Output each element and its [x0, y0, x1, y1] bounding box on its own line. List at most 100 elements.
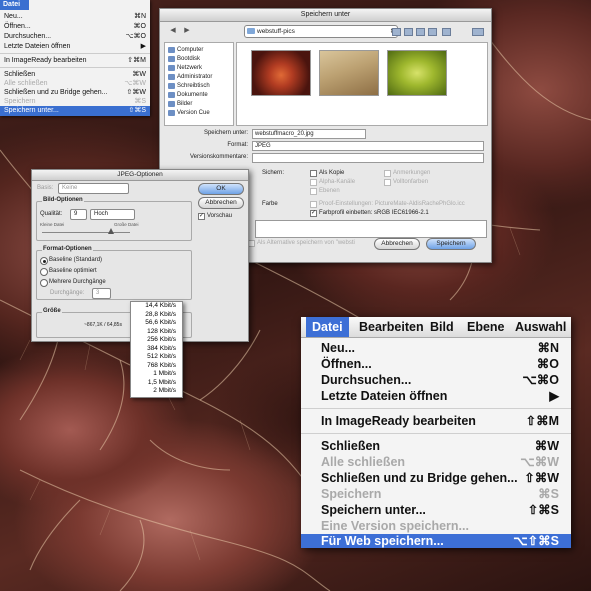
new-folder-icon[interactable]	[392, 28, 401, 36]
thumbnail-grass[interactable]	[319, 50, 379, 96]
folder-icon[interactable]	[404, 28, 413, 36]
menu-bar-edit[interactable]: Bearbeiten	[359, 317, 424, 337]
big-menu-item-open[interactable]: Öffnen... ⌘O	[301, 356, 571, 372]
save-as-label: Speichern unter:	[203, 130, 248, 136]
back-arrow-icon[interactable]: ◀	[168, 26, 178, 36]
spot-checkbox[interactable]: Volltonfarben	[384, 178, 428, 186]
cancel-button[interactable]: Abbrechen	[374, 238, 420, 250]
sidebar-item-computer[interactable]: Computer	[168, 46, 203, 54]
version-cue-icon	[168, 110, 175, 116]
file-menu-title[interactable]: Datei	[0, 0, 29, 10]
speed-option[interactable]: 1 Mbit/s	[131, 370, 182, 379]
size-label: Größe	[42, 308, 62, 314]
view-menu-icon[interactable]	[472, 28, 484, 36]
menu-item-browse[interactable]: Durchsuchen... ⌥⌘O	[0, 32, 150, 42]
large-file-label: Große Datei	[114, 222, 139, 227]
menu-bar-select[interactable]: Auswahl	[515, 317, 566, 337]
big-menu-item-save-version[interactable]: Eine Version speichern...	[301, 518, 571, 534]
menu-item-open[interactable]: Öffnen... ⌘O	[0, 22, 150, 32]
network-icon	[168, 65, 175, 71]
menu-bar: Datei Bearbeiten Bild Ebene Auswahl	[301, 317, 571, 338]
menu-item-save-as[interactable]: Speichern unter... ⇧⌘S	[0, 106, 150, 116]
passes-label: Durchgänge:	[50, 290, 85, 296]
sidebar-item-version-cue[interactable]: Version Cue	[168, 109, 210, 117]
notes-checkbox[interactable]: Anmerkungen	[384, 169, 430, 177]
sidebar-item-administrator[interactable]: Administrator	[168, 73, 212, 81]
sidebar-item-bootdisk[interactable]: Bootdisk	[168, 55, 200, 63]
speed-option[interactable]: 384 Kbit/s	[131, 345, 182, 354]
thumbnail-flower[interactable]	[251, 50, 311, 96]
speed-option[interactable]: 28,8 Kbit/s	[131, 311, 182, 320]
speed-option[interactable]: 2 Mbit/s	[131, 387, 182, 396]
menu-separator	[0, 53, 150, 54]
baseline-radio[interactable]: Baseline (Standard)	[40, 256, 102, 265]
thumbnail-leaf[interactable]	[387, 50, 447, 96]
layers-checkbox[interactable]: Ebenen	[310, 187, 340, 195]
preview-checkbox[interactable]: ✓ Vorschau	[198, 212, 232, 220]
basis-label: Basis:	[37, 185, 54, 191]
menu-item-new[interactable]: Neu... ⌘N	[0, 12, 150, 22]
menu-item-imageready[interactable]: In ImageReady bearbeiten ⇧⌘M	[0, 56, 150, 66]
basis-select[interactable]: Keine	[58, 183, 129, 194]
documents-icon	[168, 92, 175, 98]
speed-option[interactable]: 256 Kbit/s	[131, 336, 182, 345]
desktop-icon	[168, 83, 175, 89]
profile-checkbox[interactable]: ✓ Farbprofil einbetten: sRGB IEC61966-2.1	[310, 209, 429, 217]
speed-option[interactable]: 128 Kbit/s	[131, 328, 182, 337]
quality-slider-track[interactable]	[42, 232, 130, 233]
passes-select[interactable]: 3	[92, 288, 111, 299]
menu-separator	[301, 433, 571, 434]
big-menu-item-save-for-web[interactable]: Für Web speichern... ⌥⇧⌘S	[301, 534, 571, 548]
sidebar-item-pictures[interactable]: Bilder	[168, 100, 192, 108]
warning-area	[255, 220, 487, 238]
quality-slider-thumb[interactable]	[108, 228, 114, 234]
alpha-checkbox[interactable]: Alpha-Kanäle	[310, 178, 355, 186]
filename-field[interactable]: webstuffmacro_20.jpg	[252, 129, 366, 139]
sidebar-item-documents[interactable]: Dokumente	[168, 91, 208, 99]
disk-icon	[168, 56, 175, 62]
folder-icon[interactable]	[416, 28, 425, 36]
folder-icon[interactable]	[442, 28, 451, 36]
progressive-radio[interactable]: Mehrere Durchgänge	[40, 278, 106, 287]
save-dialog-title: Speichern unter	[160, 9, 491, 22]
speed-option[interactable]: 512 Kbit/s	[131, 353, 182, 362]
menu-bar-file[interactable]: Datei	[306, 317, 349, 337]
big-menu-item-imageready[interactable]: In ImageReady bearbeiten ⇧⌘M	[301, 413, 571, 429]
quality-input[interactable]: 9	[70, 209, 87, 220]
big-menu-item-new[interactable]: Neu... ⌘N	[301, 340, 571, 356]
menu-bar-image[interactable]: Bild	[430, 317, 454, 337]
big-menu-item-close-bridge[interactable]: Schließen und zu Bridge gehen... ⇧⌘W	[301, 470, 571, 486]
save-button[interactable]: Speichern	[426, 238, 476, 250]
big-menu-item-close-all[interactable]: Alle schließen ⌥⌘W	[301, 454, 571, 470]
big-menu-item-close[interactable]: Schließen ⌘W	[301, 438, 571, 454]
color-section-label: Farbe	[262, 201, 278, 207]
speed-option[interactable]: 768 Kbit/s	[131, 362, 182, 371]
file-browser[interactable]	[236, 42, 488, 126]
folder-icon[interactable]	[428, 28, 437, 36]
proof-checkbox[interactable]: Proof-Einstellungen: PictureMate-AldisRa…	[310, 200, 465, 208]
speed-option[interactable]: 14,4 Kbit/s	[131, 302, 182, 311]
ok-button[interactable]: OK	[198, 183, 244, 195]
speed-option[interactable]: 56,6 Kbit/s	[131, 319, 182, 328]
copy-checkbox[interactable]: Als Kopie	[310, 169, 344, 177]
quality-level-select[interactable]: Hoch	[90, 209, 135, 220]
format-select[interactable]: JPEG	[252, 141, 484, 151]
sidebar-item-network[interactable]: Netzwerk	[168, 64, 202, 72]
sidebar-item-desktop[interactable]: Schreibtisch	[168, 82, 210, 90]
speed-option[interactable]: 1,5 Mbit/s	[131, 379, 182, 388]
folder-popup[interactable]: webstuff-pics ⇕	[244, 25, 398, 38]
big-menu-item-save[interactable]: Speichern ⌘S	[301, 486, 571, 502]
comments-label: Versionskommentare:	[189, 154, 248, 160]
comments-field[interactable]	[252, 153, 484, 163]
big-menu-item-recent[interactable]: Letzte Dateien öffnen ▶	[301, 388, 571, 404]
menu-item-recent[interactable]: Letzte Dateien öffnen ▶	[0, 42, 150, 52]
jpeg-cancel-button[interactable]: Abbrechen	[198, 197, 244, 209]
format-options-label: Format-Optionen	[42, 246, 93, 252]
menu-bar-layer[interactable]: Ebene	[467, 317, 505, 337]
connection-speed-dropdown[interactable]: 14,4 Kbit/s 28,8 Kbit/s 56,6 Kbit/s 128 …	[130, 301, 183, 398]
forward-arrow-icon[interactable]: ▶	[182, 26, 192, 36]
optimized-radio[interactable]: Baseline optimiert	[40, 267, 97, 276]
big-menu-item-browse[interactable]: Durchsuchen... ⌥⌘O	[301, 372, 571, 388]
alt-save-checkbox[interactable]: Als Alternative speichern von "websti	[248, 239, 355, 247]
big-menu-item-save-as[interactable]: Speichern unter... ⇧⌘S	[301, 502, 571, 518]
